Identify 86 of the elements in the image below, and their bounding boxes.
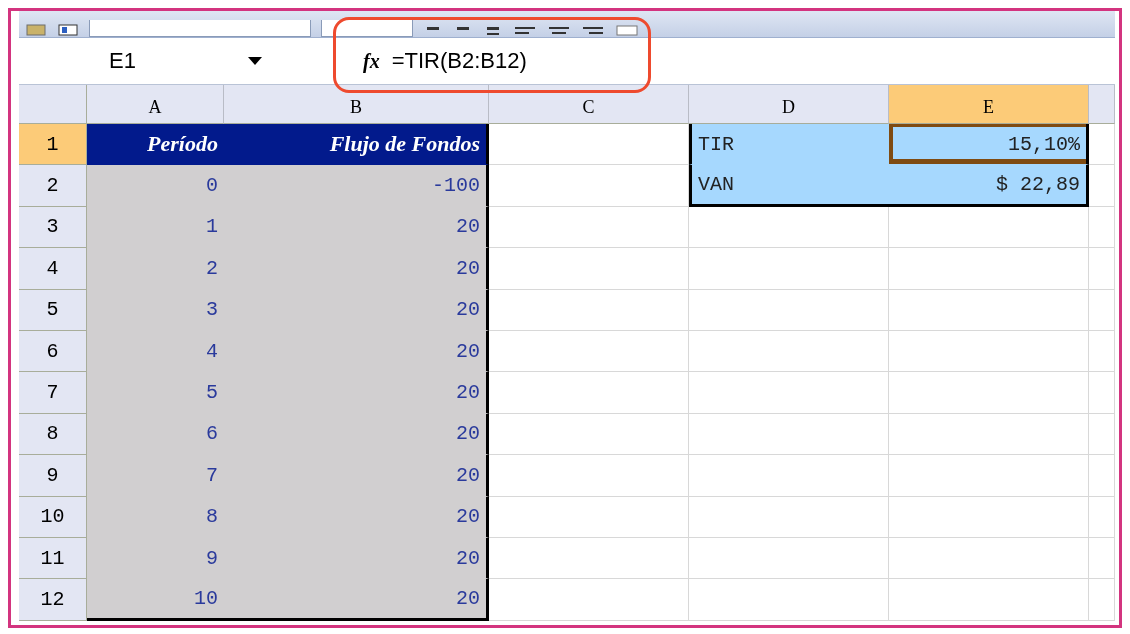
table-cell: 20 [224, 537, 489, 580]
table-cell: 4 [87, 330, 224, 373]
empty-cell[interactable] [689, 372, 889, 414]
column-header[interactable]: C [489, 85, 689, 124]
empty-cell[interactable] [889, 496, 1089, 538]
table-cell: 20 [224, 455, 489, 497]
formula-field[interactable]: =TIR(B2:B12) [391, 48, 527, 74]
empty-cell[interactable] [1089, 330, 1115, 373]
empty-cell[interactable] [889, 289, 1089, 331]
empty-cell[interactable] [689, 289, 889, 331]
row-header[interactable]: 12 [19, 579, 87, 621]
table-cell: 7 [87, 455, 224, 497]
font-field[interactable] [89, 20, 311, 37]
empty-cell[interactable] [689, 579, 889, 621]
column-header[interactable] [1089, 85, 1115, 124]
table-cell: 2 [87, 248, 224, 290]
table-cell: 15,10% [889, 124, 1089, 166]
row-header[interactable]: 6 [19, 330, 87, 373]
name-box[interactable]: E1 [19, 48, 239, 74]
empty-cell[interactable] [1089, 165, 1115, 207]
empty-cell[interactable] [889, 372, 1089, 414]
toolbar-icon[interactable] [57, 23, 79, 37]
empty-cell[interactable] [889, 206, 1089, 249]
row-header[interactable]: 3 [19, 206, 87, 249]
table-cell: 20 [224, 248, 489, 290]
table-cell: Período [87, 124, 224, 166]
table-cell: VAN [689, 165, 889, 207]
empty-cell[interactable] [1089, 537, 1115, 580]
empty-cell[interactable] [889, 537, 1089, 580]
row-header[interactable]: 2 [19, 165, 87, 207]
table-cell: 5 [87, 372, 224, 414]
empty-cell[interactable] [1089, 579, 1115, 621]
caret-icon[interactable] [247, 56, 263, 66]
table-cell: 3 [87, 289, 224, 331]
empty-cell[interactable] [889, 455, 1089, 497]
row-header[interactable]: 1 [19, 124, 87, 166]
table-cell: 20 [224, 579, 489, 621]
table-cell: 20 [224, 496, 489, 538]
row-header[interactable]: 10 [19, 496, 87, 538]
row-header[interactable]: 7 [19, 372, 87, 414]
empty-cell[interactable] [689, 330, 889, 373]
empty-cell[interactable] [1089, 455, 1115, 497]
table-cell: 20 [224, 372, 489, 414]
empty-cell[interactable] [1089, 206, 1115, 249]
empty-cell[interactable] [889, 579, 1089, 621]
row-header[interactable]: 8 [19, 413, 87, 456]
row-header[interactable]: 4 [19, 248, 87, 290]
column-header[interactable]: E [889, 85, 1089, 124]
table-cell: 9 [87, 537, 224, 580]
table-cell: -100 [224, 165, 489, 207]
empty-cell[interactable] [1089, 496, 1115, 538]
empty-cell[interactable] [689, 206, 889, 249]
empty-cell[interactable] [889, 248, 1089, 290]
table-cell: 6 [87, 413, 224, 456]
empty-cell[interactable] [1089, 289, 1115, 331]
function-label[interactable]: fx [363, 49, 380, 73]
row-header[interactable]: 11 [19, 537, 87, 580]
table-cell: Flujo de Fondos [224, 124, 489, 166]
merge-icon[interactable] [615, 23, 639, 37]
column-header[interactable]: B [224, 85, 489, 124]
table-cell: 8 [87, 496, 224, 538]
empty-cell[interactable] [689, 455, 889, 497]
empty-cell[interactable] [689, 496, 889, 538]
table-cell: 0 [87, 165, 224, 207]
table-cell: 20 [224, 413, 489, 456]
empty-cell[interactable] [1089, 248, 1115, 290]
table-cell: 1 [87, 206, 224, 249]
column-header[interactable]: A [87, 85, 224, 124]
empty-cell[interactable] [689, 537, 889, 580]
table-cell: 20 [224, 289, 489, 331]
row-header[interactable]: 5 [19, 289, 87, 331]
table-cell: 20 [224, 206, 489, 249]
table-cell: $ 22,89 [889, 165, 1089, 207]
empty-cell[interactable] [889, 330, 1089, 373]
column-header[interactable]: D [689, 85, 889, 124]
font-size-field[interactable] [321, 20, 413, 37]
table-cell: 10 [87, 579, 224, 621]
table-cell: TIR [689, 124, 889, 166]
empty-cell[interactable] [689, 413, 889, 456]
empty-cell[interactable] [1089, 372, 1115, 414]
empty-cell[interactable] [889, 413, 1089, 456]
empty-cell[interactable] [689, 248, 889, 290]
select-all-corner[interactable] [19, 85, 87, 124]
row-header[interactable]: 9 [19, 455, 87, 497]
table-cell: 20 [224, 330, 489, 373]
empty-cell[interactable] [1089, 413, 1115, 456]
